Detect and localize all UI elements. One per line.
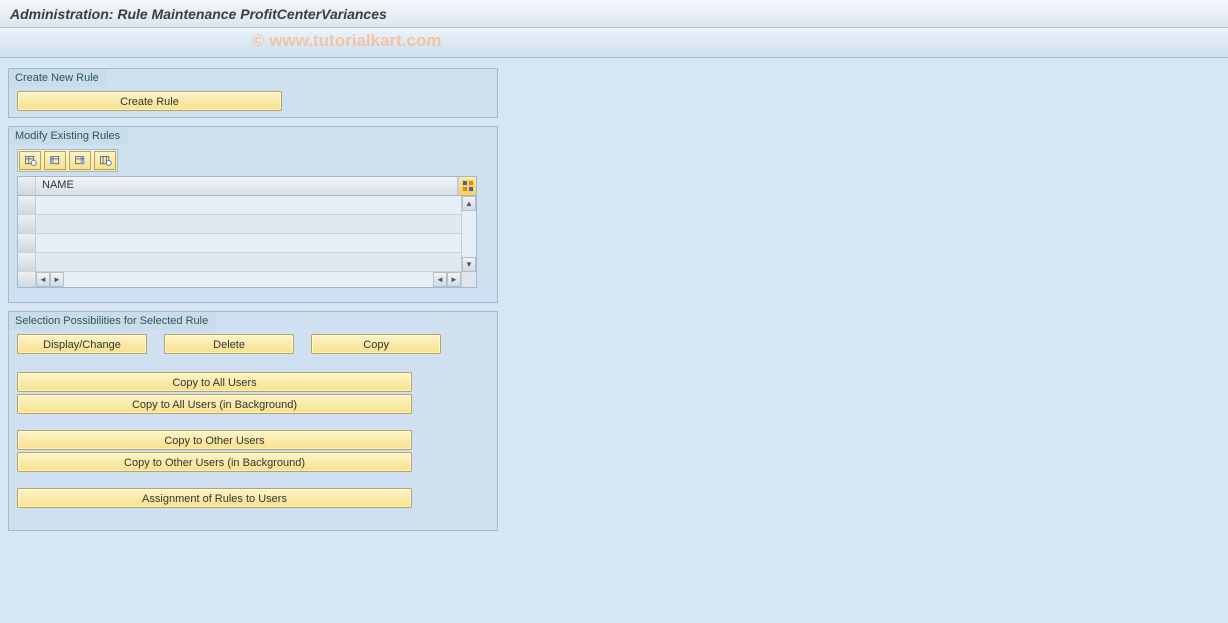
copy-to-other-users-bg-button[interactable]: Copy to Other Users (in Background) — [17, 452, 412, 472]
grid-toolbar — [17, 149, 118, 172]
column-right-icon[interactable] — [69, 151, 91, 170]
table-row[interactable] — [18, 234, 476, 253]
table-row[interactable] — [18, 215, 476, 234]
scroll-down-icon[interactable]: ▼ — [462, 257, 476, 272]
assignment-rules-users-button[interactable]: Assignment of Rules to Users — [17, 488, 412, 508]
scroll-up-icon[interactable]: ▲ — [462, 196, 476, 211]
grid-vertical-scrollbar[interactable]: ▲ ▼ — [461, 196, 476, 272]
copy-button[interactable]: Copy — [311, 334, 441, 354]
grid-header: NAME — [18, 177, 476, 196]
copy-to-all-users-button[interactable]: Copy to All Users — [17, 372, 412, 392]
scroll-left-step-icon[interactable]: ◄ — [433, 272, 447, 287]
delete-button[interactable]: Delete — [164, 334, 294, 354]
scroll-left-icon[interactable]: ◄ — [36, 272, 50, 287]
grid-body — [18, 196, 476, 272]
rules-grid: NAME ▲ ▼ ◄ ► — [17, 176, 477, 288]
groupbox-modify-rules: Modify Existing Rules NAME — [8, 126, 498, 303]
scroll-right-step-icon[interactable]: ► — [50, 272, 64, 287]
grid-configure-icon[interactable] — [458, 177, 476, 195]
groupbox-title-modify: Modify Existing Rules — [9, 127, 128, 145]
grid-settings-icon[interactable] — [19, 151, 41, 170]
create-rule-button[interactable]: Create Rule — [17, 91, 282, 111]
content-area: Create New Rule Create Rule Modify Exist… — [0, 58, 1228, 549]
grid-horizontal-scrollbar: ◄ ► ◄ ► — [18, 272, 476, 287]
watermark-text: © www.tutorialkart.com — [252, 31, 441, 51]
grid-select-all[interactable] — [18, 177, 36, 195]
groupbox-title-selection: Selection Possibilities for Selected Rul… — [9, 312, 216, 330]
copy-to-other-users-button[interactable]: Copy to Other Users — [17, 430, 412, 450]
table-row[interactable] — [18, 196, 476, 215]
table-row[interactable] — [18, 253, 476, 272]
scroll-right-icon[interactable]: ► — [447, 272, 461, 287]
application-toolbar: © www.tutorialkart.com — [0, 28, 1228, 58]
groupbox-create-new-rule: Create New Rule Create Rule — [8, 68, 498, 118]
grid-column-name[interactable]: NAME — [36, 177, 458, 195]
column-config-icon[interactable] — [94, 151, 116, 170]
copy-to-all-users-bg-button[interactable]: Copy to All Users (in Background) — [17, 394, 412, 414]
groupbox-title-create: Create New Rule — [9, 69, 107, 87]
groupbox-selection-possibilities: Selection Possibilities for Selected Rul… — [8, 311, 498, 531]
column-left-icon[interactable] — [44, 151, 66, 170]
display-change-button[interactable]: Display/Change — [17, 334, 147, 354]
page-title: Administration: Rule Maintenance ProfitC… — [0, 0, 1228, 28]
